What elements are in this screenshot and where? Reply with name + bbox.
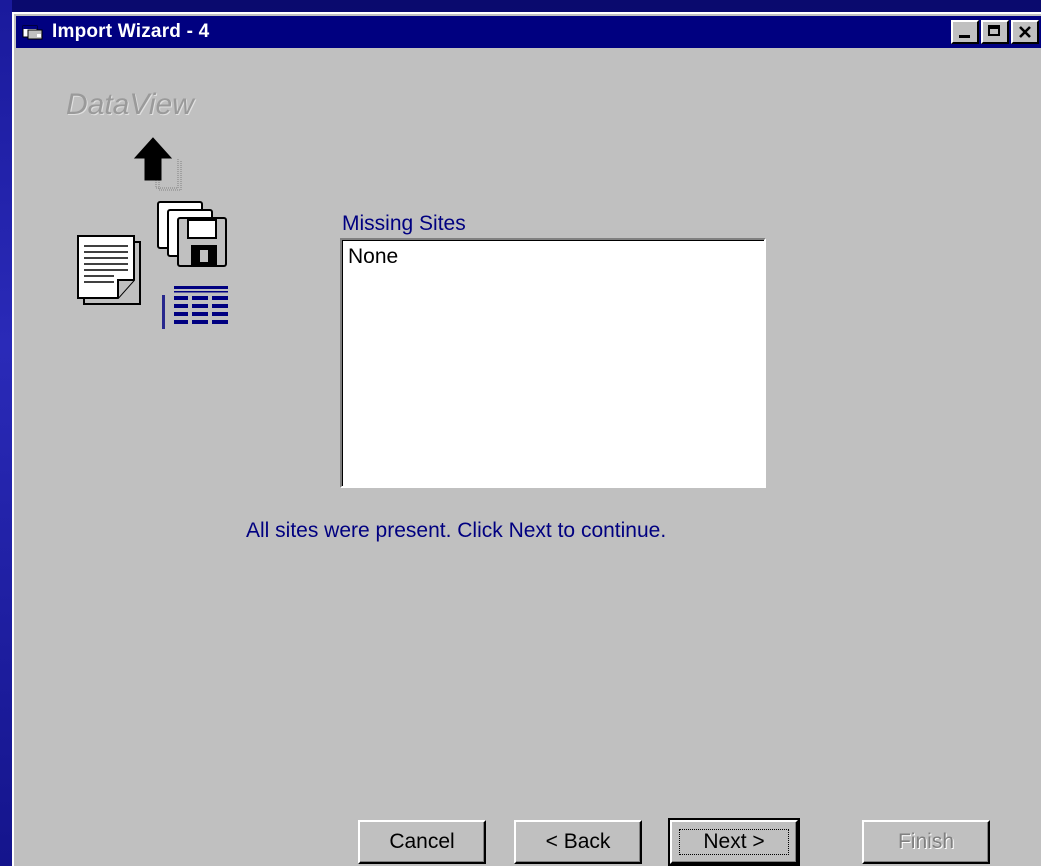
import-wizard-dialog: Import Wizard - 4 DataView Missing Sites… [12,12,1041,866]
list-item[interactable]: None [348,245,398,269]
window-title: Import Wizard - 4 [52,21,210,42]
missing-sites-listbox[interactable]: None [340,238,766,488]
back-button[interactable]: < Back [514,820,642,864]
document-icon [77,235,141,305]
floppy-disks-icon [157,201,227,267]
status-message: All sites were present. Click Next to co… [246,519,667,542]
minimize-icon[interactable] [951,20,979,44]
focus-rectangle [679,829,789,855]
window-app-icon [22,25,43,40]
title-bar[interactable]: Import Wizard - 4 [16,16,1041,48]
missing-sites-label: Missing Sites [342,212,466,235]
cancel-button[interactable]: Cancel [358,820,486,864]
upload-arrow-icon [133,137,182,191]
finish-button: Finish [862,820,990,864]
dataview-logo: DataView [66,88,194,121]
close-icon[interactable] [1011,20,1039,44]
next-button[interactable]: Next > [668,818,800,866]
table-grid-icon [162,286,228,329]
window-controls [951,20,1039,44]
desktop-edge [0,0,12,866]
maximize-icon[interactable] [981,20,1009,44]
